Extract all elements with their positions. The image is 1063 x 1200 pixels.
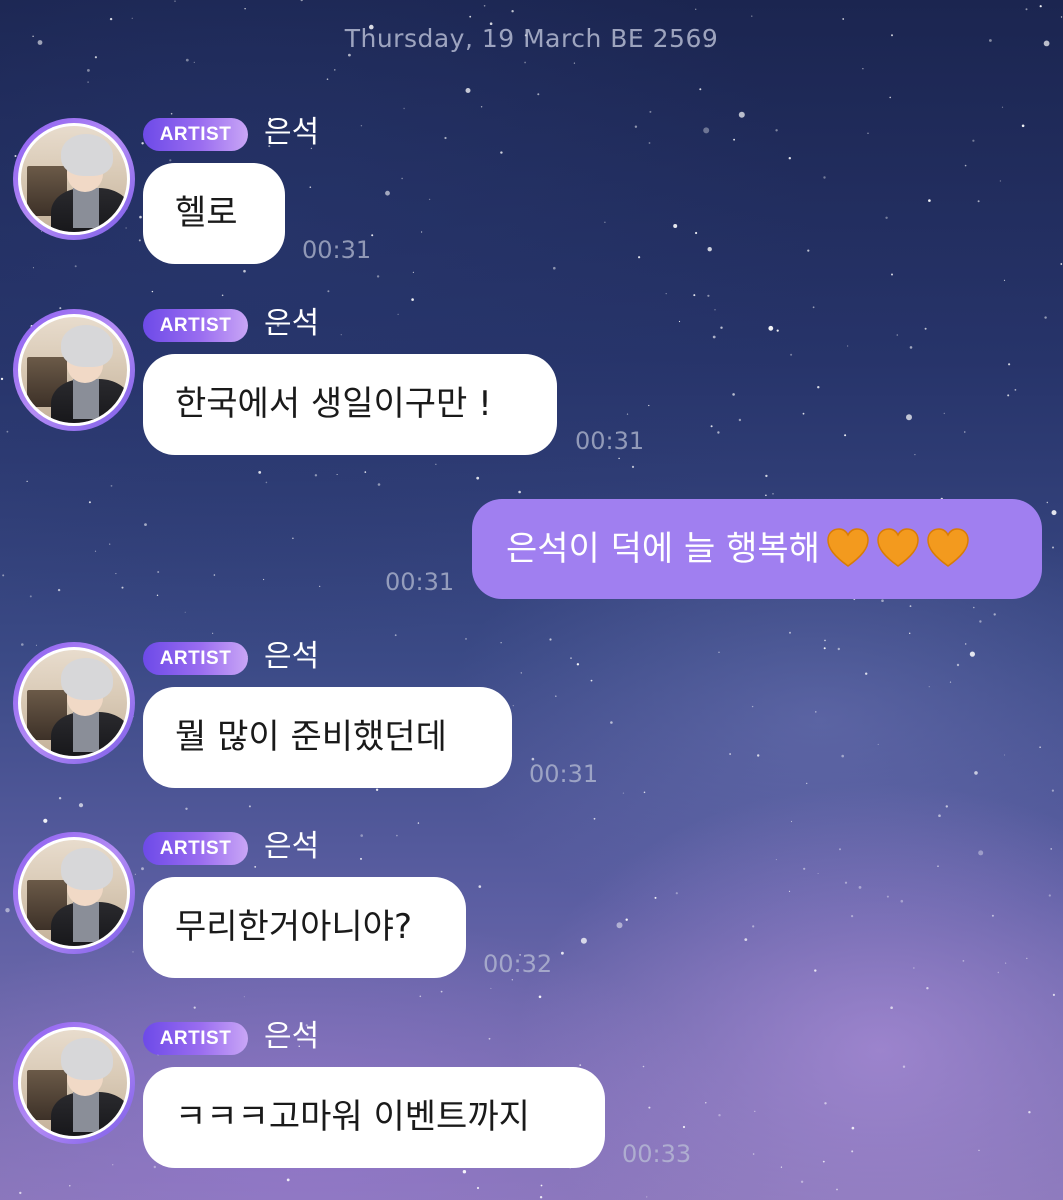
artist-badge: ARTIST: [143, 1022, 248, 1055]
avatar[interactable]: [13, 309, 135, 431]
avatar[interactable]: [13, 832, 135, 954]
message-text: 은석이 덕에 늘 행복해: [506, 529, 820, 569]
orange-heart-icon: [927, 527, 969, 567]
sender-name: 은석: [264, 829, 320, 864]
artist-badge: ARTIST: [143, 832, 248, 865]
message-time: 00:31: [575, 427, 645, 455]
message-bubble[interactable]: 뭘 많이 준비했던데: [143, 687, 512, 788]
message-bubble[interactable]: ㅋㅋㅋ고마워 이벤트까지: [143, 1067, 605, 1168]
orange-heart-icon: [877, 527, 919, 567]
sender-name: 은석: [264, 1019, 320, 1054]
avatar[interactable]: [13, 1022, 135, 1144]
avatar[interactable]: [13, 118, 135, 240]
artist-badge: ARTIST: [143, 309, 248, 342]
message-time: 00:31: [302, 236, 372, 264]
sender-name: 은석: [264, 306, 320, 341]
artist-badge: ARTIST: [143, 642, 248, 675]
date-header: Thursday, 19 March BE 2569: [344, 24, 719, 53]
sender-name: 은석: [264, 115, 320, 150]
message-time: 00:31: [529, 760, 599, 788]
message-time: 00:31: [385, 568, 455, 596]
message-bubble[interactable]: 한국에서 생일이구만 !: [143, 354, 557, 455]
avatar[interactable]: [13, 642, 135, 764]
sender-name: 은석: [264, 639, 320, 674]
message-bubble[interactable]: 무리한거아니야?: [143, 877, 466, 978]
message-bubble[interactable]: 헬로: [143, 163, 285, 264]
message-time: 00:32: [483, 950, 553, 978]
orange-heart-icon: [827, 527, 869, 567]
message-time: 00:33: [622, 1140, 692, 1168]
message-bubble-outgoing[interactable]: 은석이 덕에 늘 행복해: [472, 499, 1042, 599]
artist-badge: ARTIST: [143, 118, 248, 151]
